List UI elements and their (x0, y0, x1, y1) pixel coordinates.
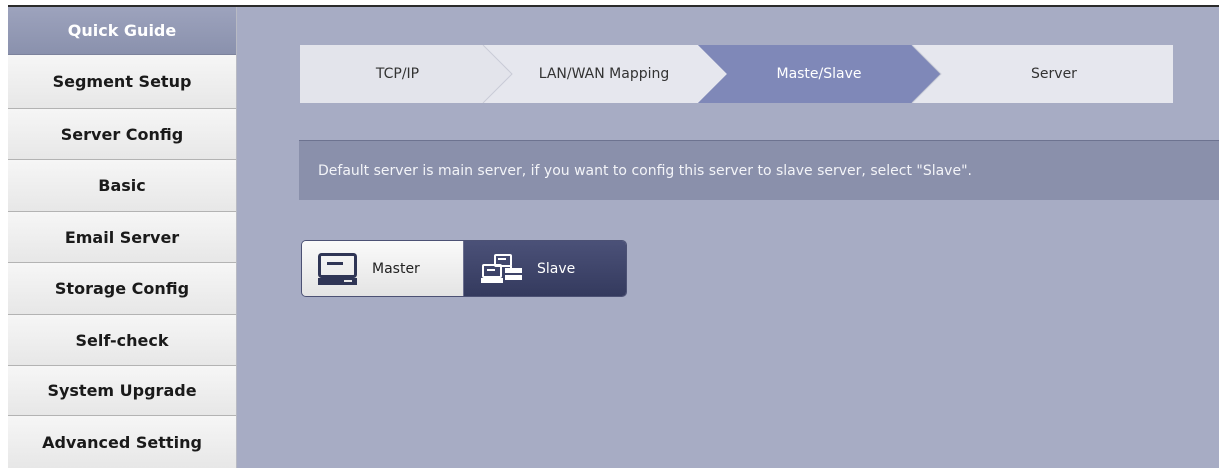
wizard-steps: TCP/IP LAN/WAN Mapping Maste/Slave Serve… (300, 45, 1173, 103)
sidebar-item-label: Quick Guide (67, 21, 177, 40)
master-slave-toggle: Master Slave (301, 240, 627, 297)
slave-label: Slave (537, 260, 576, 277)
sidebar-item-label: Segment Setup (52, 72, 192, 91)
sidebar: Quick Guide Segment Setup Server Config … (8, 7, 237, 468)
sidebar-item-label: Advanced Setting (42, 432, 202, 452)
sidebar-item-quick-guide[interactable]: Quick Guide (8, 7, 236, 55)
sidebar-item-label: System Upgrade (47, 381, 197, 400)
sidebar-item-label: Basic (98, 176, 146, 195)
server-icon (318, 252, 357, 285)
step-server[interactable]: Server (935, 45, 1173, 103)
sidebar-item-server-config[interactable]: Server Config (8, 109, 236, 160)
sidebar-item-self-check[interactable]: Self-check (8, 315, 236, 366)
main-panel: TCP/IP LAN/WAN Mapping Maste/Slave Serve… (237, 7, 1219, 468)
app-window: Quick Guide Segment Setup Server Config … (0, 0, 1219, 468)
sidebar-item-advanced-setting[interactable]: Advanced Setting (8, 416, 236, 468)
step-lan-wan-mapping[interactable]: LAN/WAN Mapping (506, 45, 702, 103)
sidebar-item-label: Self-check (75, 330, 169, 350)
sidebar-item-segment-setup[interactable]: Segment Setup (8, 55, 236, 109)
network-servers-icon (481, 253, 522, 284)
slave-button[interactable]: Slave (464, 241, 626, 296)
sidebar-item-label: Server Config (60, 124, 184, 144)
sidebar-item-basic[interactable]: Basic (8, 160, 236, 212)
sidebar-item-label: Email Server (64, 227, 180, 247)
master-label: Master (372, 260, 420, 277)
sidebar-item-system-upgrade[interactable]: System Upgrade (8, 366, 236, 416)
master-button[interactable]: Master (302, 241, 464, 296)
step-tcpip[interactable]: TCP/IP (300, 45, 495, 103)
info-message: Default server is main server, if you wa… (299, 140, 1219, 200)
sidebar-item-label: Storage Config (54, 279, 190, 298)
sidebar-item-email-server[interactable]: Email Server (8, 212, 236, 263)
step-master-slave[interactable]: Maste/Slave (721, 45, 917, 103)
sidebar-item-storage-config[interactable]: Storage Config (8, 263, 236, 315)
